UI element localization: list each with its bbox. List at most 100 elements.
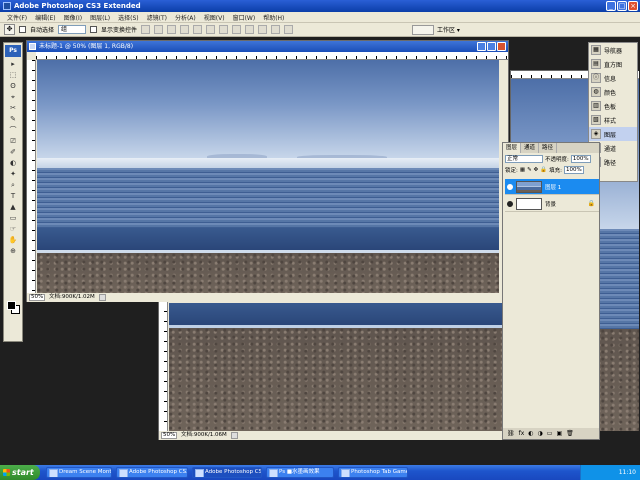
bridge-button[interactable] [412,24,434,35]
dock-item-layers[interactable]: ◈ 图层 [589,127,637,141]
status-menu-arrow-icon-main[interactable] [98,294,106,301]
doc-close-button[interactable] [497,42,506,51]
document-canvas-back[interactable] [169,303,502,431]
menu-select[interactable]: 选择(S) [115,13,142,22]
pen-tool-icon[interactable]: ⌕ [7,180,19,190]
stamp-tool-icon[interactable]: ⎚ [7,136,19,146]
lock-all-icon[interactable]: 🔒 [540,167,547,173]
menu-image[interactable]: 图像(I) [61,13,85,22]
dock-item-styles[interactable]: ▧ 样式 [589,113,637,127]
app-title-bar[interactable]: Adobe Photoshop CS3 Extended _ □ × [0,0,640,12]
shape-tool-icon[interactable]: ▭ [7,213,19,223]
notes-tool-icon[interactable]: ☞ [7,224,19,234]
gradient-tool-icon[interactable]: ◐ [7,158,19,168]
tab-layers[interactable]: 图层 [503,143,522,153]
tab-paths[interactable]: 路径 [539,143,558,153]
link-layers-icon[interactable]: ⛓ [507,430,515,437]
zoom-tool-icon[interactable]: ⊕ [7,246,19,256]
visibility-eye-icon[interactable] [507,200,513,207]
menu-layer[interactable]: 图层(L) [87,13,113,22]
magic-wand-tool-icon[interactable]: ⌖ [7,92,19,102]
zoom-level-field[interactable]: 50% [29,294,45,301]
align-middle-icon[interactable] [154,25,164,34]
dock-item-info[interactable]: ⓘ 信息 [589,71,637,85]
dock-item-color[interactable]: ◍ 颜色 [589,85,637,99]
hand-tool-icon[interactable]: ✋ [7,235,19,245]
lock-transparency-icon[interactable]: ▦ [520,167,525,173]
distribute-bottom-icon[interactable] [245,25,255,34]
ps-logo[interactable]: Ps [5,45,21,57]
taskbar-item-5[interactable]: Photoshop Tab Game... [338,467,408,478]
move-tool-preset-icon[interactable]: ✥ [4,24,15,35]
path-select-tool-icon[interactable]: ▲ [7,202,19,212]
align-top-icon[interactable] [141,25,151,34]
healing-tool-icon[interactable]: ⌒ [7,125,19,135]
distribute-right-icon[interactable] [284,25,294,34]
type-tool-icon[interactable]: T [7,191,19,201]
align-center-icon[interactable] [193,25,203,34]
maximize-button[interactable]: □ [617,1,627,11]
histogram-icon: ▤ [591,59,601,69]
crop-tool-icon[interactable]: ✂ [7,103,19,113]
workspace-menu[interactable]: 工作区 ▾ [437,25,460,34]
eraser-tool-icon[interactable]: ✐ [7,147,19,157]
auto-select-dropdown[interactable]: 组 [58,25,87,34]
menu-view[interactable]: 视图(V) [201,13,228,22]
status-menu-arrow-icon[interactable] [230,432,238,439]
layer-mask-icon[interactable]: ◐ [528,430,533,437]
lock-image-icon[interactable]: ✎ [527,167,532,173]
distribute-top-icon[interactable] [219,25,229,34]
lasso-tool-icon[interactable]: ʘ [7,81,19,91]
close-button[interactable]: × [628,1,638,11]
lock-position-icon[interactable]: ✥ [534,167,539,173]
doc-minimize-button[interactable] [477,42,486,51]
brush-tool-icon[interactable]: ✎ [7,114,19,124]
adjustment-layer-icon[interactable]: ◑ [538,430,543,437]
main-document-window[interactable]: 未标题-1 @ 50% (图层 1, RGB/8) 50% 文档:900K/1.… [26,40,509,302]
distribute-middle-icon[interactable] [232,25,242,34]
opacity-field[interactable]: 100% [570,154,591,163]
menu-analysis[interactable]: 分析(A) [172,13,199,22]
distribute-left-icon[interactable] [258,25,268,34]
menu-window[interactable]: 窗口(W) [230,13,259,22]
taskbar-item-1[interactable]: Dream Scene Montage [46,467,112,478]
dock-item-navigator[interactable]: ▦ 导航器 [589,43,637,57]
document-canvas-main[interactable] [37,60,499,293]
background-document-window[interactable]: 50% 文档:900K/1.06M [158,300,503,440]
start-button[interactable]: start [0,465,40,480]
doc-maximize-button[interactable] [487,42,496,51]
align-bottom-icon[interactable] [167,25,177,34]
dock-item-histogram[interactable]: ▤ 直方图 [589,57,637,71]
delete-layer-icon[interactable]: 🗑 [566,430,574,437]
foreground-color-swatch[interactable] [7,301,16,310]
zoom-level-field-back[interactable]: 50% [161,432,177,439]
show-transform-checkbox[interactable] [90,26,98,33]
distribute-center-icon[interactable] [271,25,281,34]
menu-file[interactable]: 文件(F) [4,13,30,22]
dock-item-swatches[interactable]: ▥ 色板 [589,99,637,113]
menu-help[interactable]: 帮助(H) [260,13,287,22]
layer-row-background[interactable]: 背景 🔒 [505,196,599,212]
taskbar-item-2[interactable]: Adobe Photoshop CS3 ... [116,467,188,478]
align-right-icon[interactable] [206,25,216,34]
layer-row-layer1[interactable]: 图层 1 [505,179,599,195]
blend-mode-select[interactable]: 正常 [505,154,543,163]
visibility-eye-icon[interactable] [507,183,513,190]
marquee-tool-icon[interactable]: ⬚ [7,70,19,80]
taskbar-item-3[interactable]: Adobe Photoshop CS... [192,467,262,478]
menu-edit[interactable]: 编辑(E) [32,13,58,22]
menu-filter[interactable]: 滤镜(T) [144,13,170,22]
clock[interactable]: 11:10 [619,469,636,476]
move-tool-icon[interactable]: ▸ [7,59,19,69]
new-group-icon[interactable]: ▭ [547,430,553,437]
tab-channels[interactable]: 通道 [521,143,540,153]
new-layer-icon[interactable]: ▣ [556,430,562,437]
dodge-tool-icon[interactable]: ✦ [7,169,19,179]
document-title-bar[interactable]: 未标题-1 @ 50% (图层 1, RGB/8) [27,41,508,52]
align-left-icon[interactable] [180,25,190,34]
taskbar-item-4[interactable]: Ps ■水墨画效果 [266,467,334,478]
layer-style-icon[interactable]: fx [519,430,525,437]
fill-field[interactable]: 100% [564,165,584,174]
minimize-button[interactable]: _ [606,1,616,11]
auto-select-checkbox[interactable] [19,26,26,33]
